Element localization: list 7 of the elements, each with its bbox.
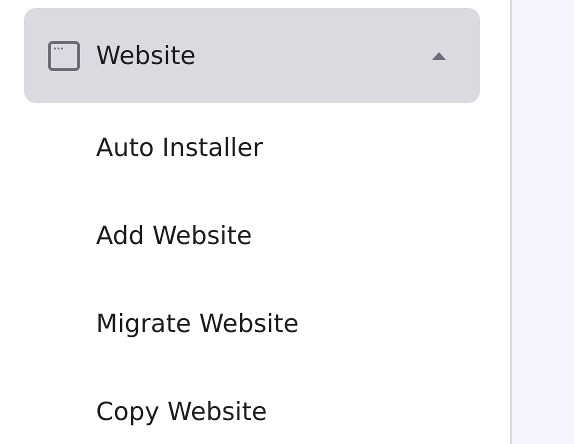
menu-item[interactable]: Migrate Website — [24, 279, 299, 367]
browser-window-icon — [48, 40, 80, 70]
menu-item[interactable]: Copy Website — [24, 367, 268, 444]
menu-item[interactable]: Add Website — [24, 191, 252, 279]
menu-item[interactable]: Auto Installer — [24, 103, 263, 191]
caret-icon — [432, 52, 446, 60]
website-menu-toggle[interactable]: Website — [24, 8, 480, 103]
